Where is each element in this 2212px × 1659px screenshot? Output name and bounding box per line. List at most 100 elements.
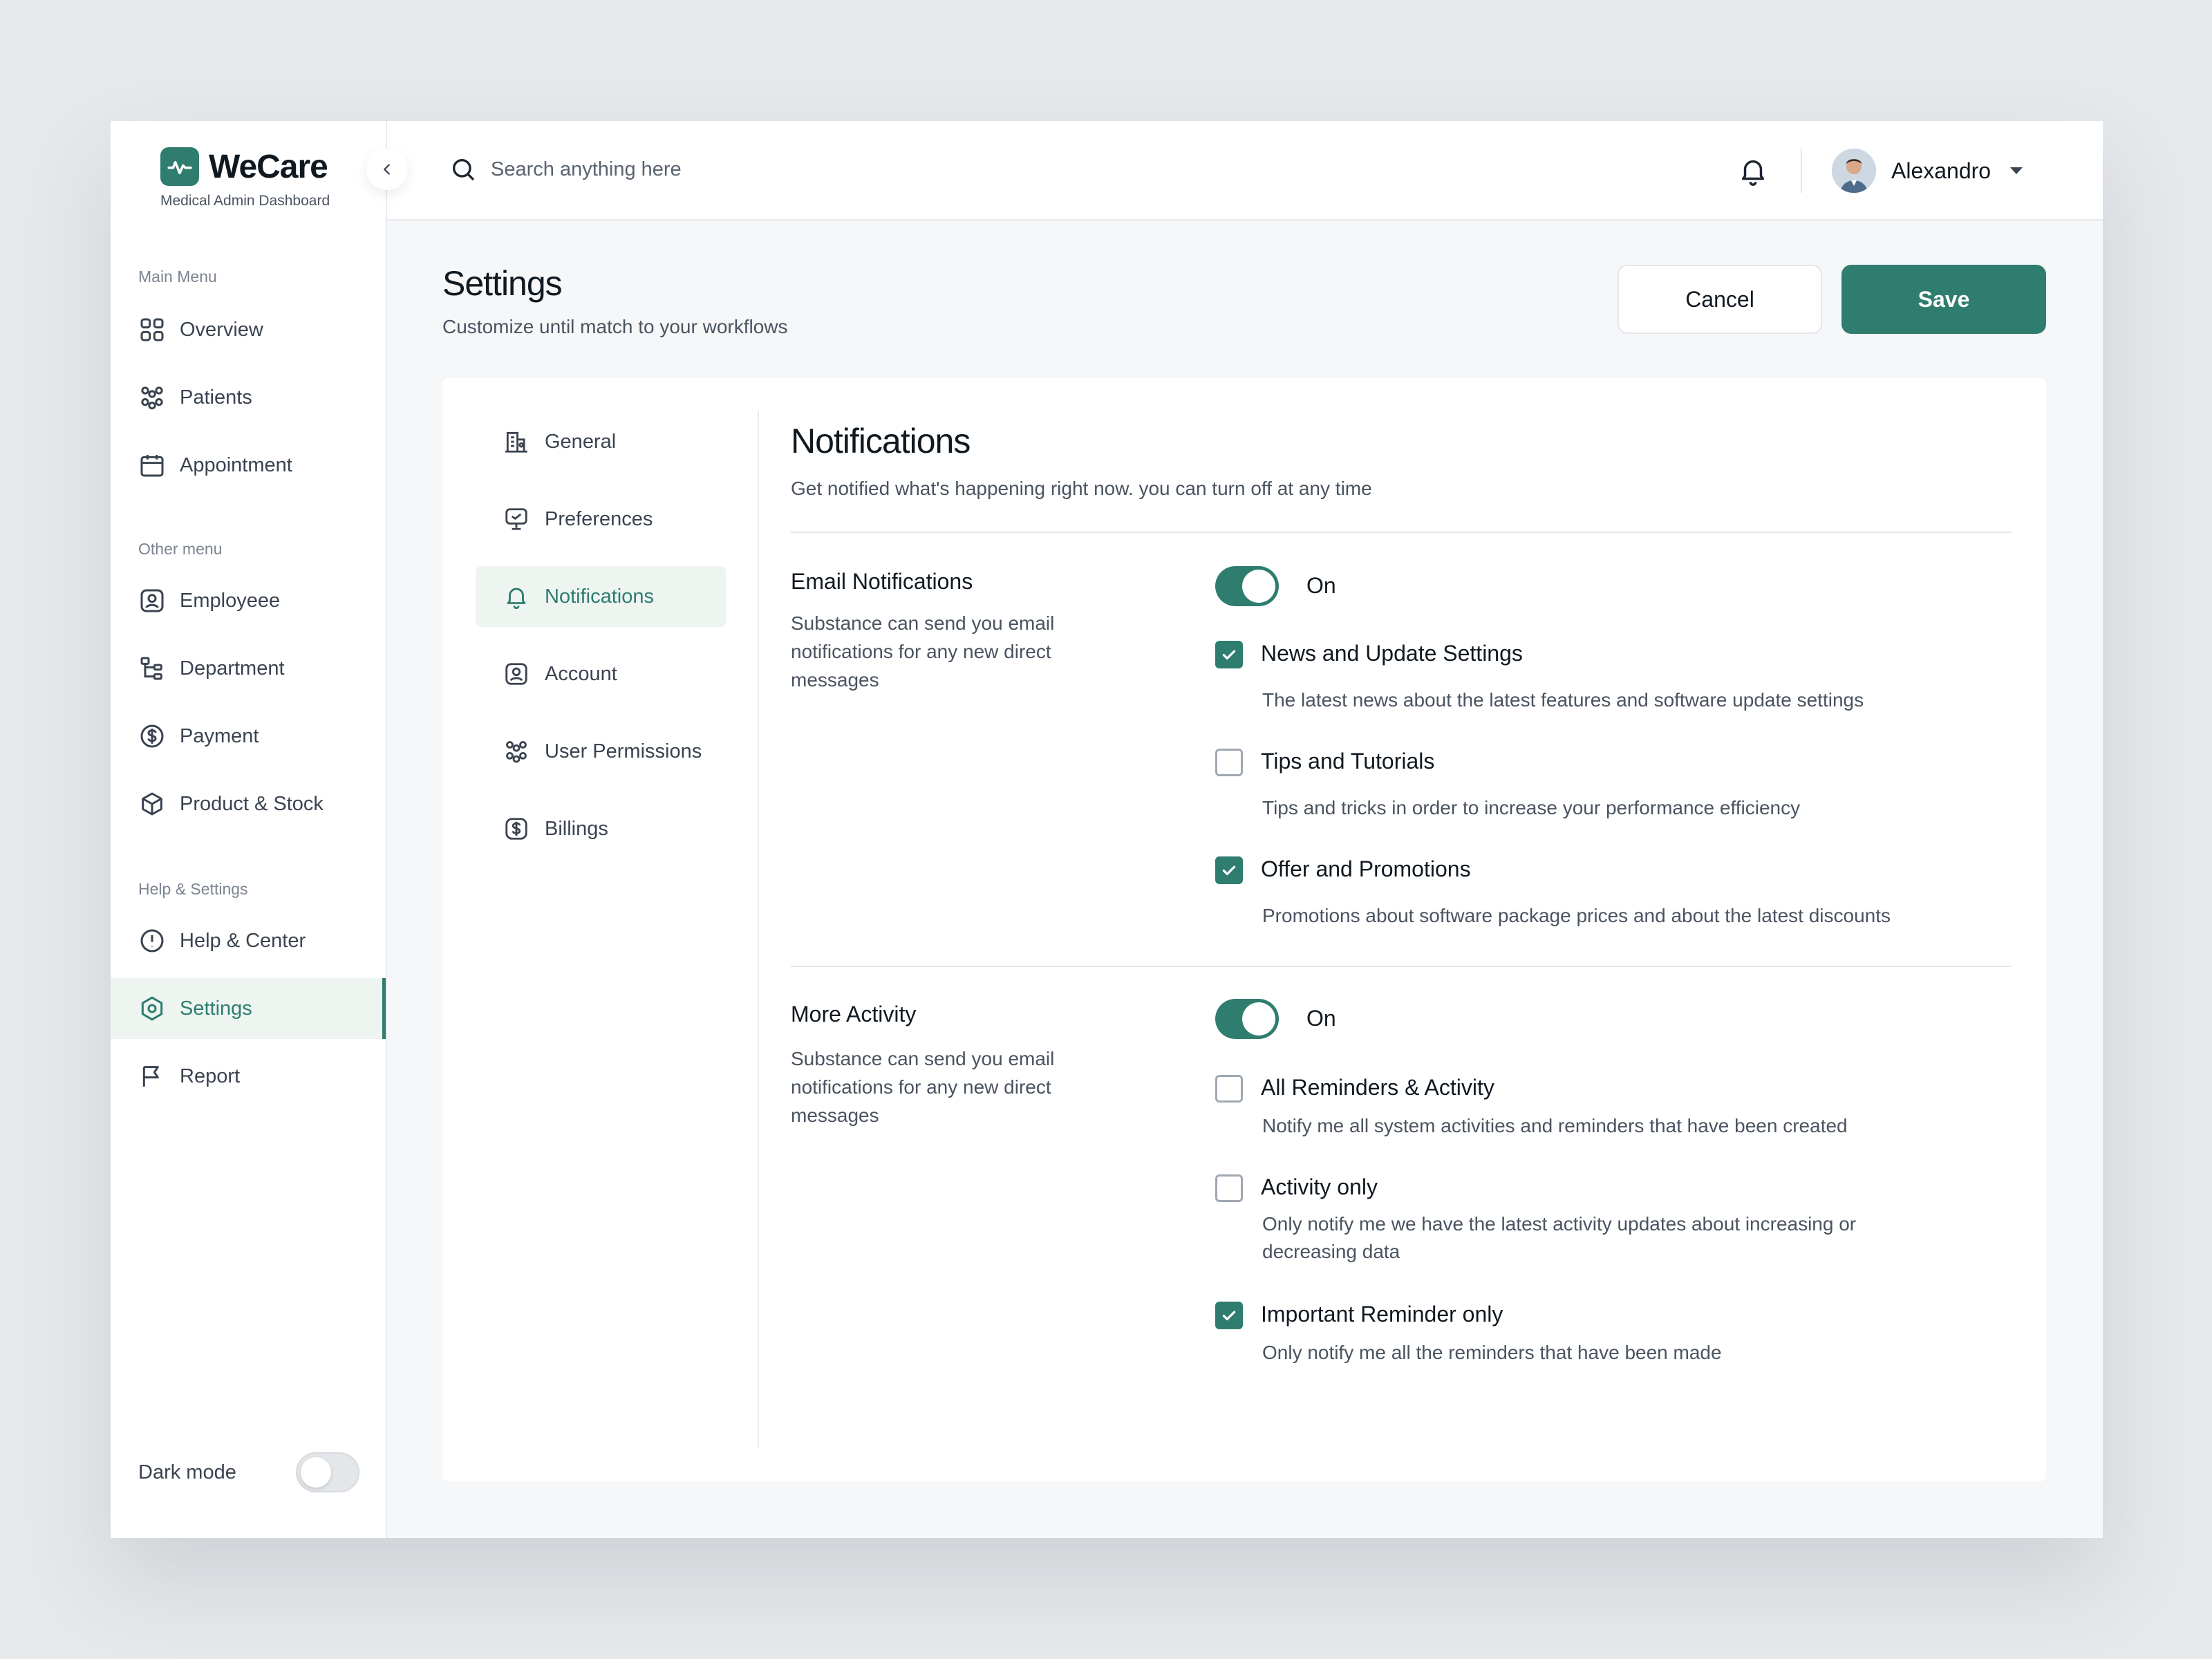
sidebar-item-label: Report: [180, 1065, 241, 1087]
sidebar-item-label: Payment: [180, 724, 259, 747]
save-button[interactable]: Save: [1841, 265, 2046, 334]
brand-name: WeCare: [209, 148, 328, 185]
sidebar-item-department[interactable]: Department: [111, 638, 386, 699]
collapse-sidebar-button[interactable]: [366, 149, 408, 190]
topbar-divider: [1801, 149, 1802, 193]
settings-nav-label: Billings: [545, 817, 608, 840]
offer-promotions-checkbox[interactable]: [1215, 856, 1243, 884]
sidebar-item-label: Patients: [180, 386, 252, 409]
all-reminders-checkbox[interactable]: [1215, 1075, 1243, 1103]
info-icon: [140, 929, 164, 953]
email-notifications-group: Email Notifications Substance can send y…: [791, 533, 2012, 966]
people-icon: [506, 741, 527, 763]
option-description: Tips and tricks in order to increase you…: [1262, 797, 1801, 818]
chevron-left-icon: [383, 164, 390, 175]
search-icon: [453, 159, 475, 181]
sidebar-item-appointment[interactable]: Appointment: [111, 435, 386, 496]
notifications-panel: Notifications Get notified what's happen…: [791, 421, 2012, 1396]
people-icon: [141, 386, 163, 410]
option-description: Notify me all system activities and remi…: [1262, 1115, 1848, 1136]
monitor-icon: [505, 508, 527, 530]
tips-tutorials-checkbox[interactable]: [1215, 749, 1243, 776]
user-menu[interactable]: Alexandro: [1832, 149, 2023, 193]
settings-nav-notifications[interactable]: Notifications: [476, 566, 726, 627]
option-description: Only notify me we have the latest activi…: [1262, 1213, 1857, 1262]
sidebar-item-label: Department: [180, 657, 285, 679]
sidebar-item-label: Employeee: [180, 589, 281, 612]
toggle-state-label: On: [1306, 1006, 1336, 1031]
email-notifications-toggle[interactable]: [1215, 566, 1279, 606]
check-icon: [1222, 865, 1236, 876]
search-bar: [449, 156, 975, 183]
topbar: Alexandro: [387, 121, 2103, 221]
settings-nav-label: General: [545, 430, 617, 453]
settings-nav-account[interactable]: Account: [476, 644, 726, 704]
menu-title-other: Other menu: [138, 540, 223, 558]
grid-icon: [140, 318, 164, 341]
settings-card: General Preferences Notifications Accoun…: [442, 378, 2046, 1481]
settings-nav-label: Notifications: [545, 585, 654, 608]
dollar-icon: [505, 818, 527, 840]
bell-icon: [1741, 160, 1765, 186]
sidebar-item-patients[interactable]: Patients: [111, 367, 386, 428]
sidebar-item-payment[interactable]: Payment: [111, 706, 386, 767]
option-description: The latest news about the latest feature…: [1262, 689, 1864, 711]
settings-nav-billings[interactable]: Billings: [476, 798, 726, 859]
building-icon: [505, 431, 527, 453]
activity-only-checkbox[interactable]: [1215, 1174, 1243, 1202]
page-title: Settings: [442, 264, 563, 303]
settings-nav-divider: [758, 411, 759, 1448]
sidebar-item-label: Product & Stock: [180, 792, 324, 815]
dark-mode-label: Dark mode: [138, 1461, 236, 1483]
settings-nav-preferences[interactable]: Preferences: [476, 489, 726, 550]
more-activity-group: More Activity Substance can send you ema…: [791, 967, 2012, 1396]
option-label: All Reminders & Activity: [1261, 1075, 1494, 1100]
brand[interactable]: WeCare Medical Admin Dashboard: [160, 147, 330, 209]
sidebar-item-label: Appointment: [180, 453, 292, 476]
box-icon: [142, 792, 162, 816]
sidebar-item-overview[interactable]: Overview: [111, 299, 386, 360]
dark-mode-row: Dark mode: [138, 1452, 359, 1492]
settings-nav-label: Preferences: [545, 507, 653, 530]
menu-title-main: Main Menu: [138, 268, 217, 285]
option-label: News and Update Settings: [1261, 641, 1523, 666]
group-description: Substance can send you email notificatio…: [791, 1048, 1055, 1126]
more-activity-toggle[interactable]: [1215, 999, 1279, 1039]
section-subtitle: Get notified what's happening right now.…: [791, 478, 1372, 499]
settings-nav-general[interactable]: General: [476, 411, 726, 472]
check-icon: [1222, 1311, 1236, 1321]
notifications-bell-button[interactable]: [1735, 153, 1771, 189]
settings-nav-label: Account: [545, 662, 617, 685]
settings-nav-label: User Permissions: [545, 740, 702, 762]
user-card-icon: [505, 663, 527, 685]
brand-subtitle: Medical Admin Dashboard: [160, 193, 330, 209]
check-icon: [1222, 650, 1236, 660]
option-label: Activity only: [1261, 1174, 1378, 1199]
important-reminder-checkbox[interactable]: [1215, 1302, 1243, 1329]
sidebar-item-label: Settings: [180, 997, 252, 1020]
gear-icon: [141, 996, 163, 1021]
sidebar-item-report[interactable]: Report: [111, 1046, 386, 1107]
caret-down-icon: [2010, 167, 2023, 174]
menu-title-help: Help & Settings: [138, 880, 248, 898]
dollar-icon: [140, 724, 164, 748]
settings-nav: General Preferences Notifications Accoun…: [476, 411, 758, 876]
section-title: Notifications: [791, 422, 971, 460]
dark-mode-toggle[interactable]: [296, 1452, 359, 1492]
sidebar-item-employee[interactable]: Employeee: [111, 570, 386, 631]
avatar: [1832, 149, 1876, 193]
sidebar-item-help-center[interactable]: Help & Center: [111, 910, 386, 971]
page-subtitle: Customize until match to your workflows: [442, 316, 788, 337]
main-area: Alexandro Settings Customize until match…: [387, 121, 2103, 1538]
group-description: Substance can send you email notificatio…: [791, 612, 1055, 691]
sidebar-item-settings[interactable]: Settings: [111, 978, 386, 1039]
sidebar-item-product-stock[interactable]: Product & Stock: [111, 774, 386, 834]
app-window: WeCare Medical Admin Dashboard Main Menu…: [111, 121, 2103, 1538]
bell-icon: [507, 588, 526, 609]
settings-nav-user-permissions[interactable]: User Permissions: [476, 721, 726, 782]
news-updates-checkbox[interactable]: [1215, 641, 1243, 668]
cancel-button[interactable]: Cancel: [1618, 265, 1822, 334]
search-input[interactable]: [491, 158, 975, 181]
option-label: Important Reminder only: [1261, 1302, 1503, 1327]
page-header: Settings Customize until match to your w…: [442, 263, 788, 338]
